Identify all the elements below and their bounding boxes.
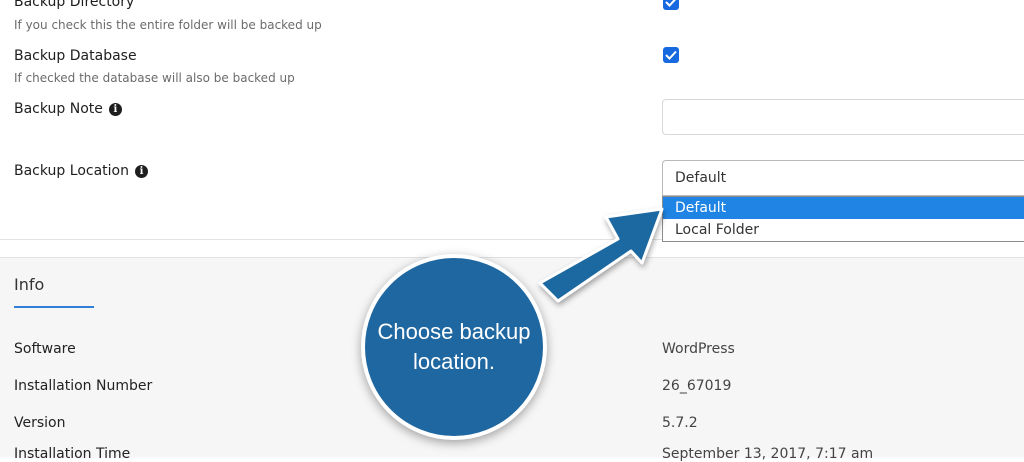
- backup-location-label: Backup Location i: [14, 163, 148, 179]
- backup-directory-hint: If you check this the entire folder will…: [14, 18, 322, 32]
- backup-database-checkbox[interactable]: [663, 47, 679, 63]
- checkmark-icon: [665, 50, 677, 60]
- backup-location-label-text: Backup Location: [14, 163, 129, 179]
- info-icon[interactable]: i: [134, 165, 148, 178]
- info-icon[interactable]: i: [108, 103, 122, 116]
- backup-note-label-text: Backup Note: [14, 101, 103, 117]
- callout-text: Choose backup location.: [378, 317, 531, 377]
- info-key-software: Software: [14, 341, 76, 357]
- arrow-shape: [538, 207, 664, 303]
- backup-note-input[interactable]: [662, 99, 1024, 135]
- callout-line-1: Choose backup: [377, 319, 531, 344]
- backup-directory-checkbox[interactable]: [663, 0, 679, 10]
- dropdown-option-default[interactable]: Default: [663, 197, 1024, 219]
- info-key-version: Version: [14, 415, 66, 431]
- backup-note-label: Backup Note i: [14, 101, 122, 117]
- backup-location-select[interactable]: Default: [662, 160, 1024, 196]
- info-key-installation-number: Installation Number: [14, 378, 153, 394]
- info-value-software: WordPress: [662, 341, 735, 357]
- info-value-installation-number: 26_67019: [662, 378, 732, 394]
- info-title-underline: [14, 306, 94, 308]
- backup-database-hint: If checked the database will also be bac…: [14, 71, 295, 85]
- callout-bubble: Choose backup location.: [361, 254, 547, 440]
- callout-line-2: location.: [413, 349, 495, 374]
- info-value-version: 5.7.2: [662, 415, 698, 431]
- info-key-installation-time: Installation Time: [14, 446, 131, 462]
- info-value-installation-time: September 13, 2017, 7:17 am: [662, 446, 874, 462]
- backup-location-dropdown: Default Local Folder: [662, 196, 1024, 242]
- checkmark-icon: [665, 0, 676, 7]
- backup-directory-label: Backup Directory: [14, 0, 135, 10]
- info-title: Info: [14, 275, 45, 294]
- dropdown-option-local-folder[interactable]: Local Folder: [663, 219, 1024, 241]
- backup-database-label: Backup Database: [14, 48, 137, 64]
